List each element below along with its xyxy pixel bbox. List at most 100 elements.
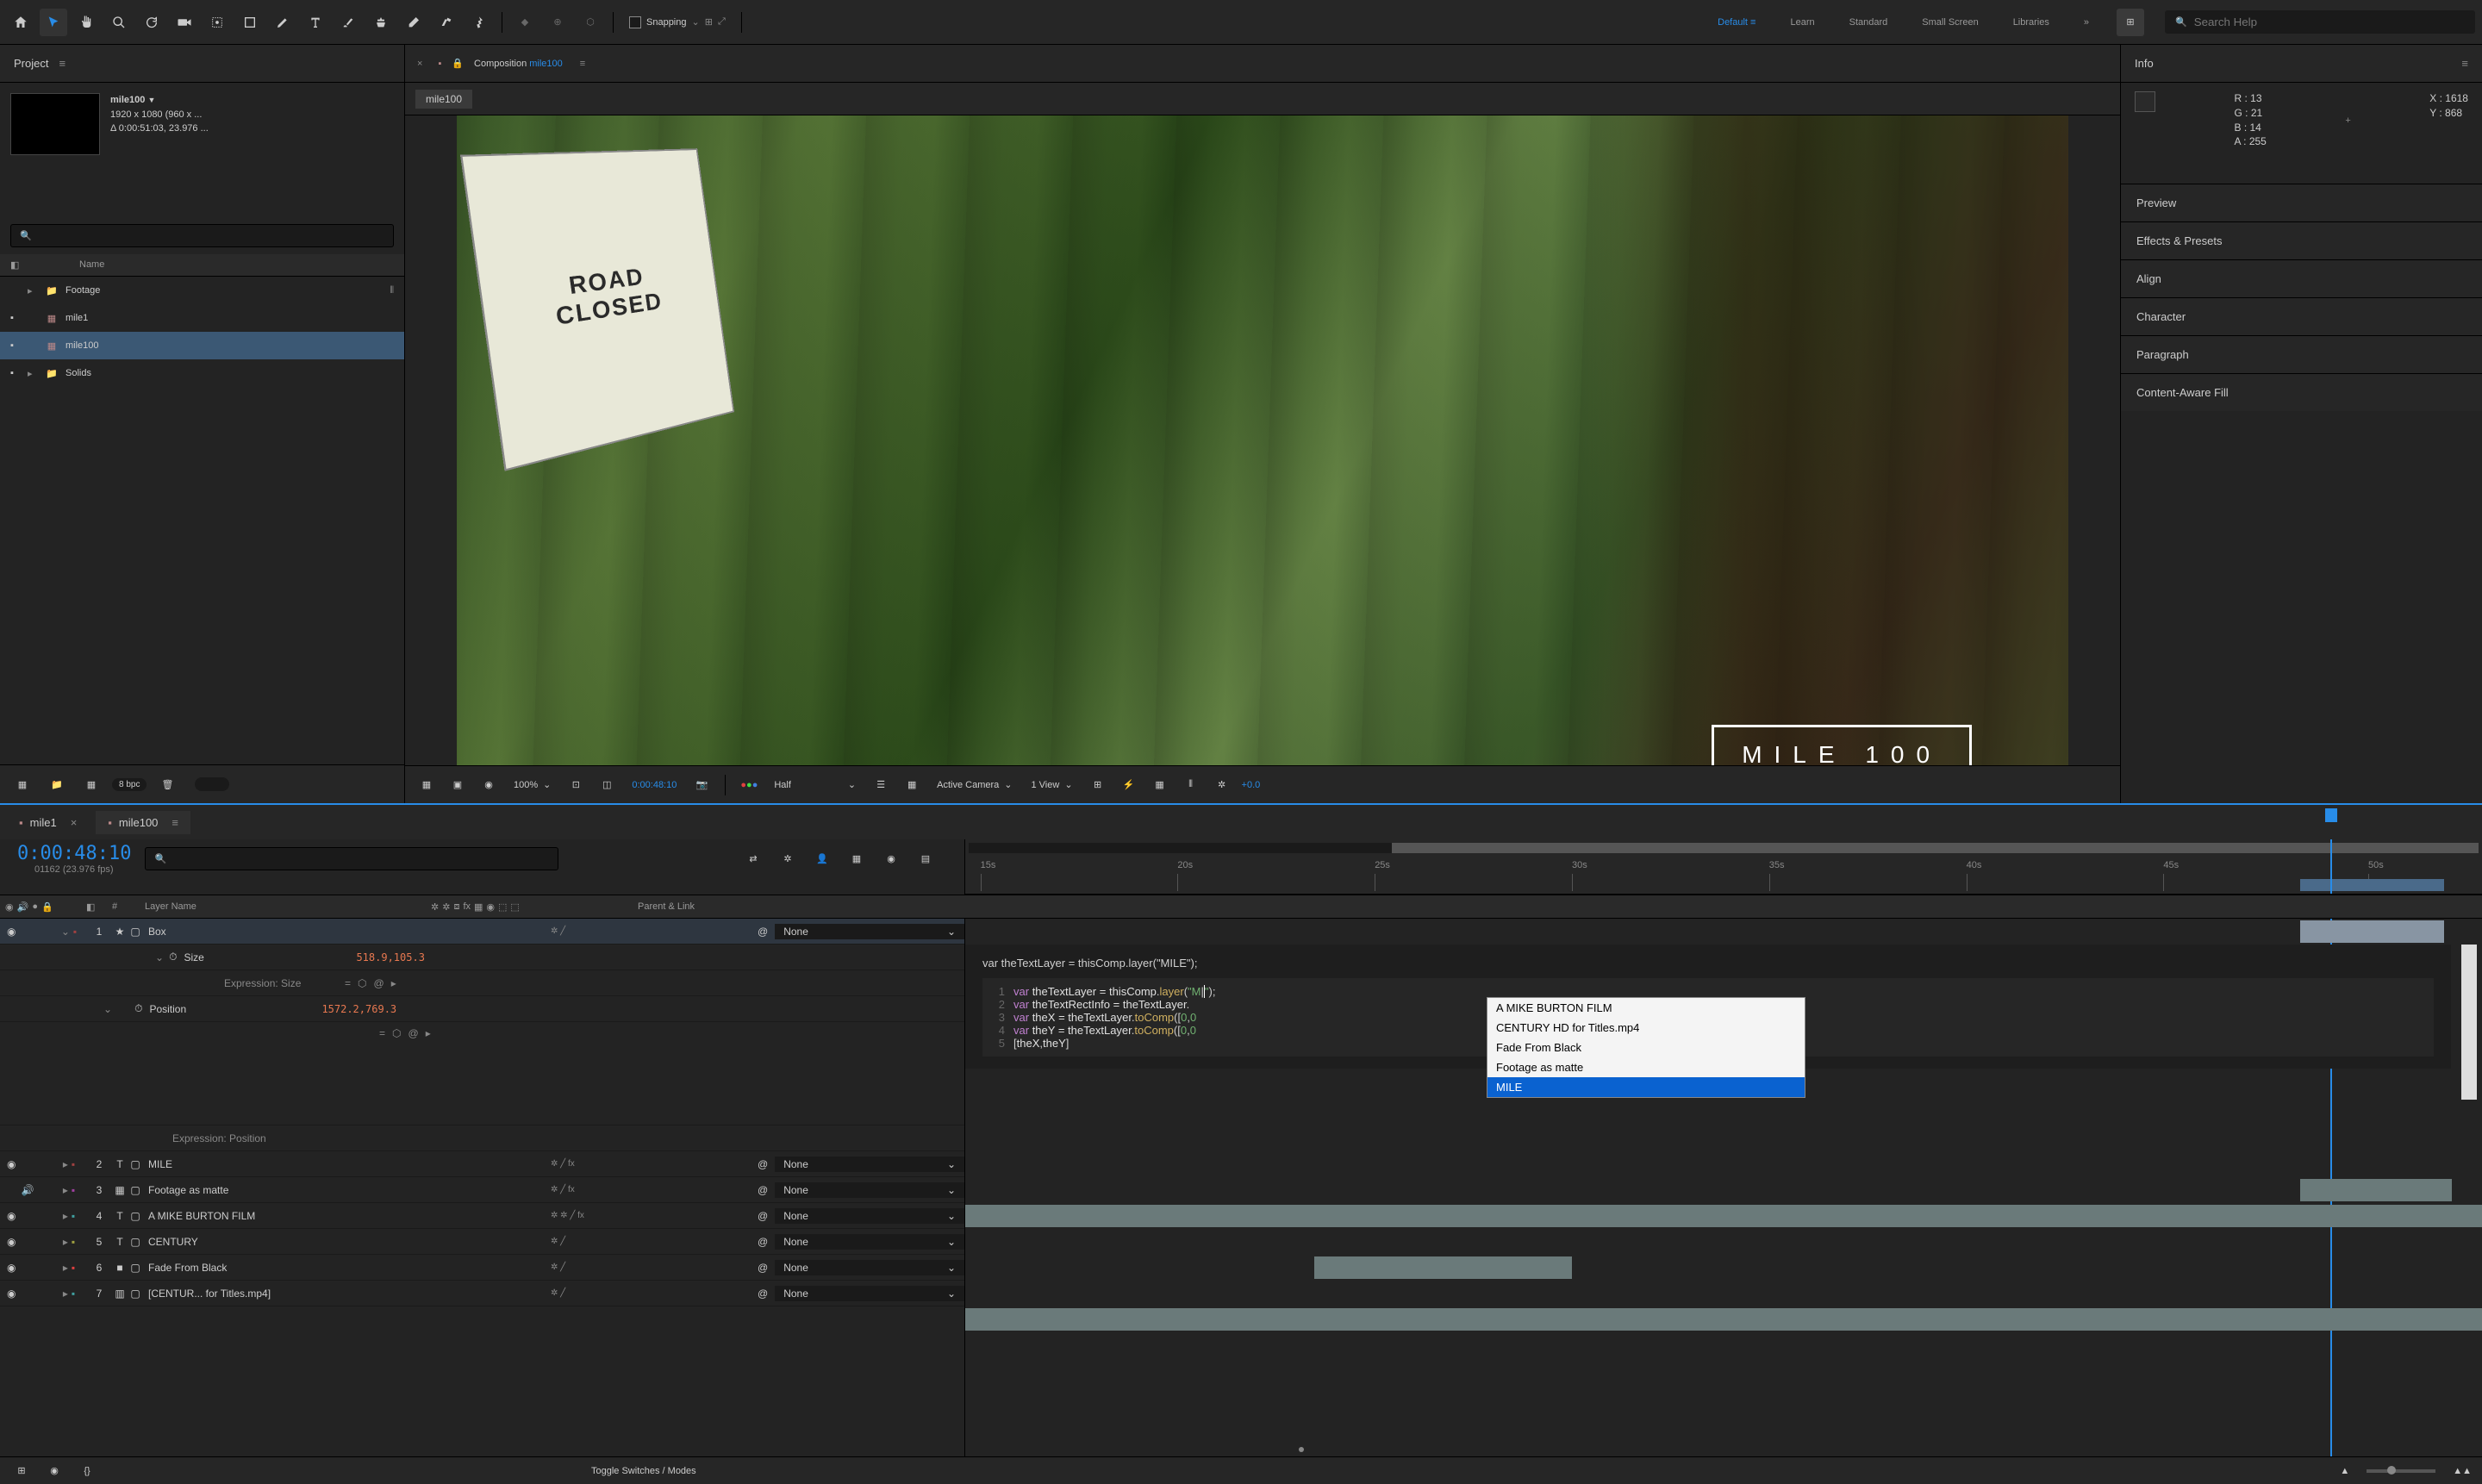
layer-row-century[interactable]: ◉▸▪ 5 T▢ CENTURY ✲ ╱ @None⌄ (0, 1229, 964, 1255)
frame-blend-icon[interactable]: ◉ (43, 1460, 65, 1482)
comp-mini-flowchart-icon[interactable]: ⇄ (742, 848, 764, 870)
mask-vis-icon[interactable]: ◉ (477, 774, 500, 796)
layer-row-mile[interactable]: ◉▸▪ 2 T▢ MILE ✲ ╱ fx @None⌄ (0, 1151, 964, 1177)
panel-menu-icon[interactable]: ≡ (2461, 57, 2468, 70)
current-time[interactable]: 0:00:48:10 (627, 778, 682, 792)
snap-edge-icon[interactable]: ⤢ (718, 16, 726, 28)
layer-row-century-mp4[interactable]: ◉▸▪ 7 ▥▢ [CENTUR... for Titles.mp4] ✲ ╱ … (0, 1281, 964, 1306)
expression-autocomplete[interactable]: A MIKE BURTON FILM CENTURY HD for Titles… (1487, 997, 1805, 1098)
frame-blend-icon[interactable]: ▦ (845, 848, 868, 870)
rotate-tool-icon[interactable] (138, 9, 165, 36)
guides-icon[interactable]: ⫴ (1180, 774, 1202, 796)
preview-panel-header[interactable]: Preview (2121, 184, 2482, 221)
timeline-icon[interactable]: ▦ (901, 774, 923, 796)
workspace-overflow-icon[interactable]: » (2077, 14, 2096, 31)
workspace-reset-icon[interactable]: ⊞ (2117, 9, 2144, 36)
layer-row-fade-black[interactable]: ◉▸▪ 6 ■▢ Fade From Black ✲ ╱ @None⌄ (0, 1255, 964, 1281)
expression-size-row[interactable]: Expression: Size =⬡@▸ (0, 970, 964, 996)
layer-bar-footage-matte[interactable] (965, 1205, 2482, 1227)
3d-renderer-icon[interactable]: ▦ (1149, 774, 1171, 796)
shape-tool-icon[interactable] (236, 9, 264, 36)
expr-pickwhip-icon[interactable]: @ (408, 1027, 419, 1039)
workspace-learn[interactable]: Learn (1783, 14, 1821, 31)
switch-col-icon[interactable]: ✲ (431, 901, 439, 913)
flowchart-icon[interactable]: ⫴ (390, 285, 394, 296)
zoom-out-icon[interactable]: ▲ (2340, 1466, 2349, 1476)
shy-icon[interactable]: 👤 (811, 848, 833, 870)
pickwhip-icon[interactable]: @ (758, 926, 768, 938)
transparency-grid-icon[interactable]: ▣ (446, 774, 469, 796)
current-timecode[interactable]: 0:00:48:10 (17, 843, 131, 864)
search-help[interactable]: 🔍 (2165, 10, 2475, 34)
toggle-switches-button[interactable]: Toggle Switches / Modes (591, 1466, 696, 1476)
align-panel-header[interactable]: Align (2121, 259, 2482, 297)
effects-presets-panel-header[interactable]: Effects & Presets (2121, 221, 2482, 259)
snapping-options-icon[interactable]: ⌄ (692, 16, 700, 28)
brush-tool-icon[interactable] (334, 9, 362, 36)
expr-graph-icon[interactable]: ⬡ (358, 977, 366, 989)
workspace-small-screen[interactable]: Small Screen (1915, 14, 1985, 31)
fast-previews-icon[interactable]: ☰ (870, 774, 892, 796)
autocomplete-item[interactable]: A MIKE BURTON FILM (1487, 998, 1805, 1018)
audio-col-icon[interactable]: 🔊 (17, 901, 29, 913)
timeline-tab-mile100[interactable]: ▪mile100≡ (96, 811, 190, 834)
resolution-select[interactable]: Half ⌄ (769, 777, 861, 792)
expr-lang-icon[interactable]: ▸ (391, 977, 396, 989)
zoom-scrollbar[interactable] (965, 1444, 2482, 1455)
eraser-tool-icon[interactable] (400, 9, 427, 36)
draft-3d-icon[interactable]: ✲ (776, 848, 799, 870)
playhead-icon[interactable] (2325, 808, 2337, 822)
stopwatch-icon[interactable]: ⏱ (169, 951, 177, 963)
new-folder-icon[interactable]: 📁 (43, 770, 71, 798)
lock-col-icon[interactable]: 🔒 (41, 901, 53, 913)
time-ruler[interactable]: 15s 20s 25s 30s 35s 40s 45s 50s (965, 839, 2482, 895)
character-panel-header[interactable]: Character (2121, 297, 2482, 335)
label-col-icon[interactable]: ◧ (86, 901, 95, 913)
hand-tool-icon[interactable] (72, 9, 100, 36)
comp-breadcrumb-tab[interactable]: mile100 (415, 90, 472, 109)
snap-align-icon[interactable]: ⊞ (705, 16, 713, 28)
timeline-tab-mile1[interactable]: ▪mile1× (7, 811, 89, 834)
home-icon[interactable] (7, 9, 34, 36)
property-position[interactable]: ⌄⏱ Position 1572.2,769.3 (0, 996, 964, 1022)
composition-preview[interactable]: ROAD CLOSED MILE 100 (457, 115, 2069, 765)
expression-scrollbar[interactable] (2461, 945, 2477, 1100)
roto-brush-tool-icon[interactable] (433, 9, 460, 36)
timeline-search-input[interactable]: 🔍 (145, 847, 558, 870)
snapping-checkbox[interactable] (629, 16, 641, 28)
layer-row-mike-burton[interactable]: ◉▸▪ 4 T▢ A MIKE BURTON FILM ✲ ✲ ╱ fx @No… (0, 1203, 964, 1229)
fast-draft-icon[interactable]: ⚡ (1118, 774, 1140, 796)
video-col-icon[interactable]: ◉ (5, 901, 14, 913)
pixel-aspect-icon[interactable]: ⊞ (1087, 774, 1109, 796)
view-layout-select[interactable]: 1 View ⌄ (1026, 777, 1078, 792)
layer-bar-century[interactable] (1314, 1256, 1572, 1279)
graph-editor-icon[interactable]: ▤ (914, 848, 937, 870)
stopwatch-icon[interactable]: ⏱ (134, 1002, 142, 1015)
selection-tool-icon[interactable] (40, 9, 67, 36)
asset-comp-mile1[interactable]: ▪ ▦ mile1 (0, 304, 404, 332)
property-size[interactable]: ⌄⏱ Size 518.9,105.3 (0, 945, 964, 970)
channel-icon[interactable]: ●●● (738, 774, 760, 796)
puppet-tool-icon[interactable] (465, 9, 493, 36)
paragraph-panel-header[interactable]: Paragraph (2121, 335, 2482, 373)
brace-icon[interactable]: {} (76, 1460, 98, 1482)
roi-icon[interactable]: ◫ (596, 774, 618, 796)
project-search-input[interactable]: 🔍 (10, 224, 394, 247)
pen-tool-icon[interactable] (269, 9, 296, 36)
timeline-tracks[interactable]: I var theTextLayer = thisComp.layer("MIL… (965, 919, 2482, 1456)
panel-menu-icon[interactable]: ≡ (580, 59, 585, 69)
pan-behind-tool-icon[interactable] (203, 9, 231, 36)
lock-icon[interactable]: 🔒 (452, 58, 464, 69)
camera-tool-icon[interactable] (171, 9, 198, 36)
layer-row-box[interactable]: ◉ ⌄▪ 1 ★ ▢ Box ✲ ╱ @None⌄ (0, 919, 964, 945)
camera-select[interactable]: Active Camera ⌄ (932, 777, 1017, 792)
expr-graph-icon[interactable]: ⬡ (392, 1027, 401, 1039)
workspace-standard[interactable]: Standard (1843, 14, 1895, 31)
close-tab-icon[interactable]: × (412, 59, 427, 69)
expr-enable-icon[interactable]: = (379, 1027, 385, 1039)
layer-name-column-header[interactable]: Layer Name (138, 901, 431, 912)
trash-icon[interactable]: 🗑 (153, 770, 181, 798)
expr-lang-icon[interactable]: ▸ (426, 1027, 431, 1039)
comp-thumbnail[interactable] (10, 93, 100, 155)
index-column-header[interactable]: # (112, 901, 138, 912)
